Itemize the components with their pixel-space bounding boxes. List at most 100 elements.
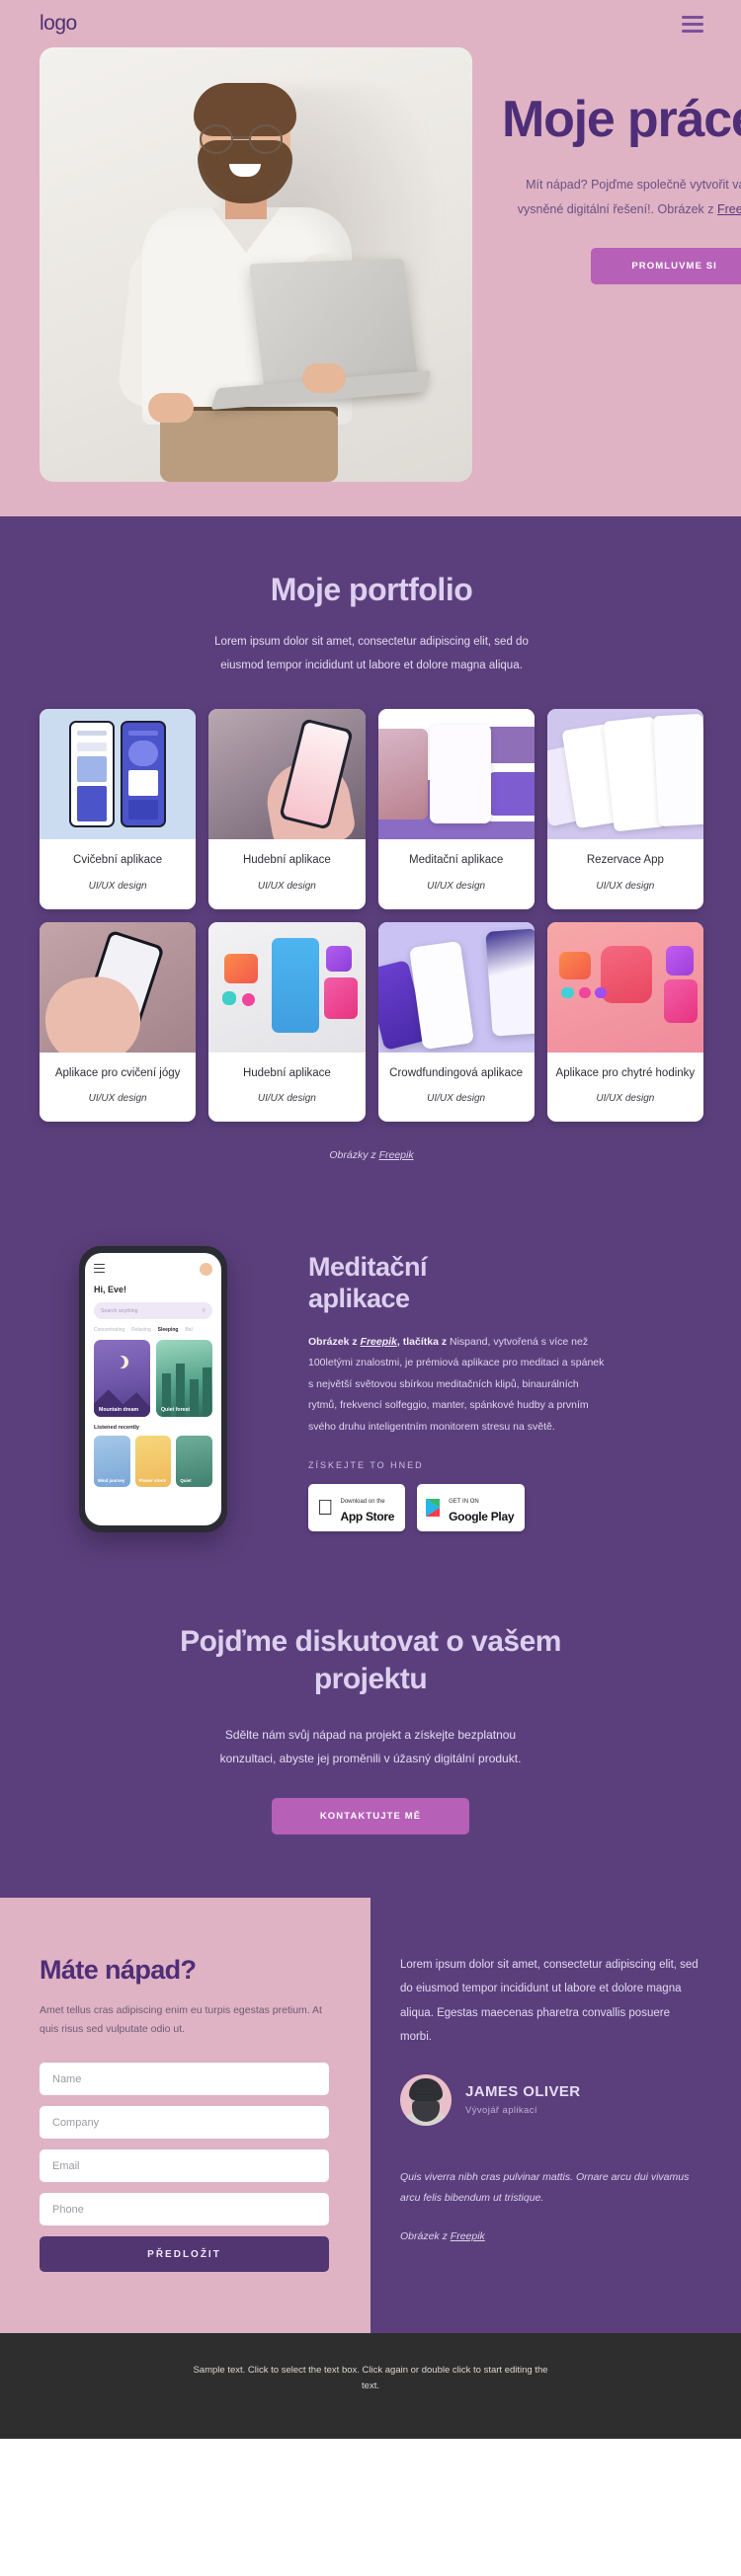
- phone-card-label: Quiet forest: [161, 1407, 191, 1414]
- hero-title: Moje práce: [502, 91, 741, 148]
- apple-logo-icon: : [317, 1496, 334, 1519]
- landing-page: logo Moje práce Mít nápad? Pojďme společ…: [0, 0, 741, 2440]
- phone-recent-item: Flower storm: [134, 1436, 172, 1488]
- discuss-body-line1: Sdělte nám svůj nápad na projekt a získe…: [224, 1728, 517, 1743]
- phone-search-placeholder: Search anything: [101, 1307, 138, 1314]
- hero-photo: [40, 47, 472, 482]
- portfolio-card[interactable]: Crowdfundingová aplikace UI/UX design: [377, 921, 535, 1123]
- portfolio-credit-prefix: Obrázky z: [329, 1149, 379, 1162]
- portfolio-card-tag: UI/UX design: [596, 880, 655, 892]
- hamburger-menu-icon[interactable]: [682, 15, 703, 33]
- google-play-big-text: Google Play: [432, 1509, 514, 1523]
- portfolio-card[interactable]: Aplikace pro chytré hodinky UI/UX design: [546, 921, 703, 1123]
- testimonial-credit-link[interactable]: Freepik: [451, 2230, 485, 2242]
- hero-content: Moje práce Mít nápad? Pojďme společně vy…: [0, 47, 741, 497]
- hero-freepik-link[interactable]: Freepik: [717, 202, 741, 216]
- google-play-small-text: GET IN ON: [432, 1498, 479, 1505]
- portfolio-subtitle-line2: eiusmod tempor incididunt ut labore et d…: [220, 660, 523, 672]
- portfolio-card-title: Rezervace App: [586, 854, 664, 867]
- portfolio-thumbnail-meditation-app: [377, 709, 535, 840]
- name-input[interactable]: [40, 2063, 329, 2096]
- portfolio-card-title: Hudební aplikace: [242, 854, 331, 867]
- footer: Sample text. Click to select the text bo…: [0, 2333, 741, 2440]
- footer-text: Sample text. Click to select the text bo…: [193, 2365, 548, 2391]
- portfolio-card-title: Hudební aplikace: [242, 1066, 331, 1079]
- portfolio-thumbnail-booking-app: [546, 709, 703, 840]
- discuss-title-line2: projektu: [313, 1662, 428, 1695]
- portfolio-credit-link[interactable]: Freepik: [379, 1149, 414, 1161]
- meditation-title-line1: Meditační: [308, 1252, 428, 1283]
- app-store-badge[interactable]:  Download on the App Store: [308, 1483, 406, 1531]
- discuss-body: Sdělte nám svůj nápad na projekt a získe…: [153, 1723, 588, 1770]
- portfolio-card[interactable]: Aplikace pro cvičení jógy UI/UX design: [40, 921, 197, 1123]
- portfolio-thumbnail-music-app: [208, 709, 366, 840]
- contact-title: Máte nápad?: [40, 1955, 197, 1986]
- meditation-body-bold: Obrázek z: [308, 1335, 361, 1348]
- discuss-title: Pojďme diskutovat o vašem projektu: [59, 1623, 682, 1697]
- portfolio-card-tag: UI/UX design: [88, 1093, 147, 1105]
- meditation-title: Meditační aplikace: [308, 1252, 703, 1314]
- meditation-text-block: Meditační aplikace Obrázek z Freepik, tl…: [308, 1236, 703, 1531]
- portfolio-subtitle: Lorem ipsum dolor sit amet, consectetur …: [149, 630, 594, 677]
- google-play-badge[interactable]: GET IN ON Google Play: [417, 1483, 526, 1531]
- site-logo[interactable]: logo: [40, 12, 77, 36]
- portfolio-card-title: Aplikace pro cvičení jógy: [54, 1066, 181, 1079]
- phone-recent-label-item: Quiet: [180, 1478, 192, 1484]
- phone-greeting: Hi, Eve!: [94, 1285, 127, 1295]
- phone-tab: Bal: [185, 1327, 193, 1334]
- phone-recent-item: Quiet: [176, 1436, 213, 1488]
- meditation-cta-label: ZÍSKEJTE TO HNED: [308, 1459, 424, 1470]
- testimonial-quote: Lorem ipsum dolor sit amet, consectetur …: [400, 1959, 699, 2043]
- portfolio-card-tag: UI/UX design: [427, 1093, 486, 1105]
- app-store-big-text: App Store: [324, 1509, 395, 1523]
- meditation-body-bold2: , tlačítka z: [396, 1335, 450, 1348]
- hamburger-line: [682, 15, 703, 19]
- portfolio-card-tag: UI/UX design: [257, 880, 316, 892]
- meditation-body: Obrázek z Freepik, tlačítka z Nispand, v…: [308, 1332, 605, 1439]
- phone-recent-label-item: Mind journey: [98, 1478, 125, 1484]
- contact-form-panel: Máte nápad? Amet tellus cras adipiscing …: [0, 1898, 370, 2334]
- portfolio-thumbnail-fitness-app: [40, 709, 197, 840]
- meditation-section: Hi, Eve! Search anything ⚲ Concentrating…: [0, 1207, 741, 1602]
- discuss-body-line2: konzultaci, abyste jej proměnili v úžasn…: [219, 1752, 522, 1766]
- phone-avatar-icon: [200, 1263, 212, 1277]
- portfolio-card-title: Meditační aplikace: [409, 854, 504, 867]
- person-illustration: [109, 67, 432, 482]
- app-store-small-text: Download on the: [324, 1498, 385, 1505]
- portfolio-card[interactable]: Hudební aplikace UI/UX design: [208, 709, 366, 909]
- testimonial-credit-prefix: Obrázek z: [400, 2229, 451, 2242]
- company-input[interactable]: [40, 2106, 329, 2140]
- portfolio-thumbnail-yoga-app: [40, 921, 197, 1053]
- phone-hamburger-icon: [94, 1263, 105, 1276]
- portfolio-thumbnail-crowdfunding-app: [377, 921, 535, 1053]
- phone-card-forest: Quiet forest: [156, 1340, 212, 1418]
- meditation-freepik-link[interactable]: Freepik: [361, 1336, 397, 1348]
- portfolio-card-title: Cvičební aplikace: [73, 854, 163, 867]
- portfolio-card[interactable]: Rezervace App UI/UX design: [546, 709, 703, 909]
- phone-recent-label: Listened recently: [94, 1425, 140, 1432]
- testimonial-image-credit: Obrázek z Freepik: [400, 2230, 703, 2242]
- phone-search-bar: Search anything ⚲: [94, 1302, 212, 1320]
- contact-section: Máte nápad? Amet tellus cras adipiscing …: [0, 1898, 741, 2334]
- hero-section: logo Moje práce Mít nápad? Pojďme společ…: [0, 0, 741, 516]
- phone-screen: Hi, Eve! Search anything ⚲ Concentrating…: [85, 1253, 221, 1526]
- meditation-title-line2: aplikace: [308, 1283, 410, 1313]
- portfolio-image-credit: Obrázky z Freepik: [40, 1149, 703, 1161]
- portfolio-card[interactable]: Meditační aplikace UI/UX design: [377, 709, 535, 909]
- hero-subtitle-line2: vysněné digitální řešení!. Obrázek z: [517, 201, 717, 216]
- email-input[interactable]: [40, 2149, 329, 2183]
- meditation-body-rest: Nispand, vytvořená s více než 100letými …: [308, 1335, 605, 1433]
- portfolio-card[interactable]: Hudební aplikace UI/UX design: [208, 921, 366, 1123]
- portfolio-card[interactable]: Cvičební aplikace UI/UX design: [40, 709, 197, 909]
- hero-cta-button[interactable]: PROMLUVME SI: [590, 247, 741, 284]
- store-badges:  Download on the App Store GET IN ON Go…: [308, 1483, 703, 1531]
- top-navigation-bar: logo: [0, 0, 741, 47]
- phone-tab: Relaxing: [131, 1327, 151, 1334]
- submit-button[interactable]: PŘEDLOŽIT: [40, 2236, 329, 2273]
- discuss-cta-button[interactable]: KONTAKTUJTE MĚ: [272, 1798, 469, 1835]
- contact-form: PŘEDLOŽIT: [40, 2052, 329, 2273]
- discuss-section: Pojďme diskutovat o vašem projektu Sdělt…: [0, 1601, 741, 1899]
- phone-input[interactable]: [40, 2193, 329, 2226]
- portfolio-card-tag: UI/UX design: [427, 880, 486, 892]
- testimonial-secondary-quote: Quis viverra nibh cras pulvinar mattis. …: [400, 2170, 690, 2204]
